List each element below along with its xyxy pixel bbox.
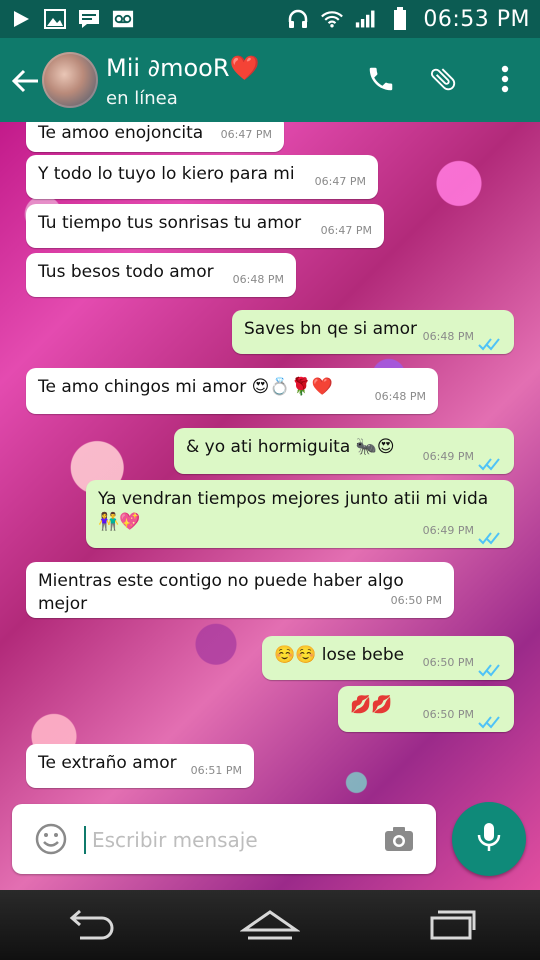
message-input[interactable] — [90, 822, 384, 858]
camera-icon[interactable] — [382, 822, 416, 856]
message-time: 06:47 PM — [320, 224, 372, 237]
message-icon — [78, 8, 100, 30]
message-incoming[interactable]: Y todo lo tuyo lo kiero para mi 06:47 PM — [26, 155, 378, 199]
chat-area[interactable]: Te amoo enojoncita 06:47 PM Y todo lo tu… — [0, 122, 540, 890]
battery-icon — [389, 7, 411, 30]
message-text: Te amo chingos mi amor 😍💍🌹❤️ — [38, 377, 333, 397]
read-ticks-icon — [478, 661, 502, 677]
phone-icon[interactable] — [364, 62, 398, 96]
recents-nav-icon[interactable] — [415, 900, 485, 950]
message-outgoing[interactable]: Ya vendran tiempos mejores junto atii mi… — [86, 480, 514, 548]
chat-header: Mii ∂mooR❤️ en línea — [0, 38, 540, 122]
message-time: 06:48 PM — [422, 330, 474, 343]
play-icon — [10, 8, 32, 30]
message-outgoing[interactable]: & yo ati hormiguita 🐜😍 06:49 PM — [174, 428, 514, 474]
read-ticks-icon — [478, 713, 502, 729]
emoji-icon[interactable] — [34, 822, 68, 856]
message-text: 💋💋 — [350, 695, 393, 715]
message-text: Te amoo enojoncita — [38, 123, 204, 143]
signal-icon — [355, 8, 377, 30]
message-time: 06:50 PM — [422, 708, 474, 721]
system-nav-bar — [0, 890, 540, 960]
attach-icon[interactable] — [426, 62, 460, 96]
more-vert-icon[interactable] — [488, 62, 522, 96]
message-time: 06:47 PM — [220, 128, 272, 141]
message-incoming[interactable]: Te amoo enojoncita 06:47 PM — [26, 122, 284, 152]
message-text: Y todo lo tuyo lo kiero para mi — [38, 164, 295, 184]
message-time: 06:51 PM — [190, 764, 242, 777]
message-time: 06:50 PM — [390, 594, 442, 607]
avatar[interactable] — [42, 52, 98, 108]
wifi-icon — [321, 8, 344, 30]
message-time: 06:47 PM — [314, 175, 366, 188]
read-ticks-icon — [478, 455, 502, 471]
text-caret — [84, 826, 86, 854]
voicemail-icon — [112, 8, 134, 30]
message-outgoing[interactable]: Saves bn qe si amor 06:48 PM — [232, 310, 514, 354]
message-outgoing[interactable]: ☺️☺️ lose bebe 06:50 PM — [262, 636, 514, 680]
message-text: ☺️☺️ lose bebe — [274, 645, 405, 665]
message-time: 06:49 PM — [422, 524, 474, 537]
message-time: 06:50 PM — [422, 656, 474, 669]
message-time: 06:48 PM — [374, 390, 426, 403]
home-nav-icon[interactable] — [235, 900, 305, 950]
message-incoming[interactable]: Tus besos todo amor 06:48 PM — [26, 253, 296, 297]
message-text: Tu tiempo tus sonrisas tu amor — [38, 213, 302, 233]
message-text: Tus besos todo amor — [38, 262, 214, 282]
message-time: 06:49 PM — [422, 450, 474, 463]
message-incoming[interactable]: Tu tiempo tus sonrisas tu amor 06:47 PM — [26, 204, 384, 248]
status-bar: 06:53 PM — [0, 0, 540, 38]
composer — [12, 804, 436, 874]
contact-name[interactable]: Mii ∂mooR❤️ — [106, 54, 259, 82]
message-text: Saves bn qe si amor — [244, 319, 417, 339]
back-nav-icon[interactable] — [55, 900, 125, 950]
read-ticks-icon — [478, 335, 502, 351]
message-text: Te extraño amor — [38, 753, 177, 773]
back-arrow-icon[interactable] — [8, 64, 42, 98]
status-time: 06:53 PM — [423, 6, 530, 32]
message-text: & yo ati hormiguita 🐜😍 — [186, 437, 395, 457]
image-icon — [44, 8, 66, 30]
contact-status: en línea — [106, 88, 178, 109]
message-incoming[interactable]: Te extraño amor 06:51 PM — [26, 744, 254, 788]
message-incoming[interactable]: Te amo chingos mi amor 😍💍🌹❤️ 06:48 PM — [26, 368, 438, 414]
message-outgoing[interactable]: 💋💋 06:50 PM — [338, 686, 514, 732]
message-incoming[interactable]: Mientras este contigo no puede haber alg… — [26, 562, 454, 618]
read-ticks-icon — [478, 529, 502, 545]
mic-button[interactable] — [452, 802, 526, 876]
message-text: Mientras este contigo no puede haber alg… — [38, 571, 404, 614]
message-time: 06:48 PM — [232, 273, 284, 286]
mic-icon — [474, 820, 504, 858]
headphones-icon — [287, 8, 309, 30]
